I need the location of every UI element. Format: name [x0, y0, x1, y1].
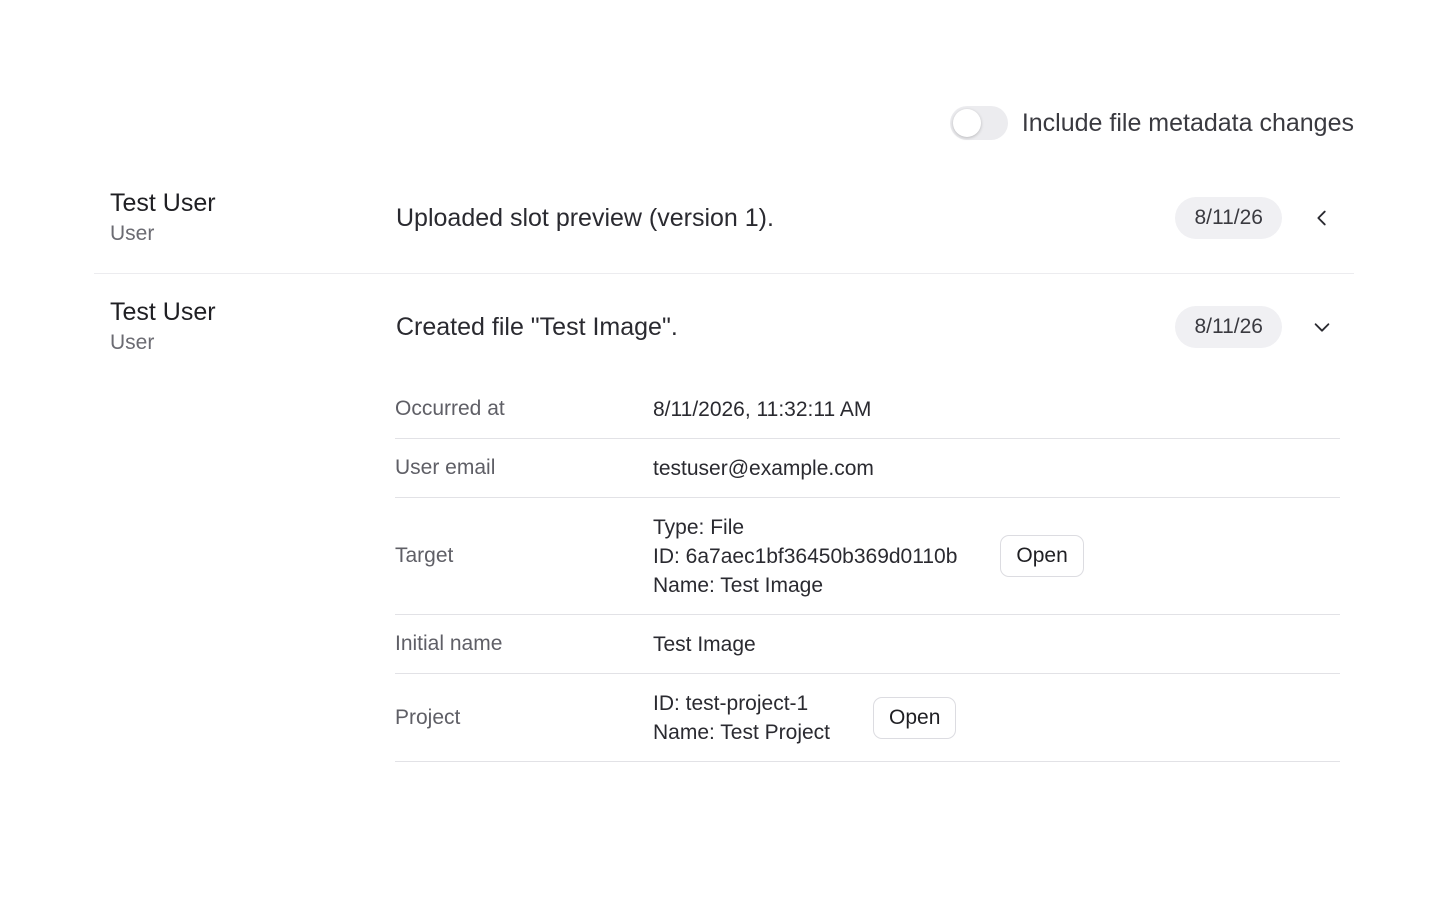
actor: Test User User — [110, 187, 216, 249]
activity-header[interactable]: Test User User Uploaded slot preview (ve… — [94, 165, 1354, 273]
detail-row-project: Project ID: test-project-1 Name: Test Pr… — [395, 674, 1340, 762]
activity-description: Uploaded slot preview (version 1). — [396, 204, 774, 232]
actor-name: Test User — [110, 298, 216, 326]
initial-name-value: Test Image — [653, 632, 756, 656]
chevron-down-icon[interactable] — [1308, 313, 1336, 341]
detail-label: User email — [395, 456, 496, 479]
actor-name: Test User — [110, 189, 216, 217]
target-type: Type: File — [653, 515, 745, 539]
activity-item: Test User User Created file "Test Image"… — [94, 274, 1354, 762]
open-project-button[interactable]: Open — [873, 696, 957, 739]
detail-row-initial-name: Initial name Test Image — [395, 615, 1340, 674]
occurred-at-value: 8/11/2026, 11:32:11 AM — [653, 397, 872, 421]
toggle-knob — [952, 109, 981, 137]
metadata-toggle[interactable] — [949, 106, 1008, 140]
detail-row-user-email: User email testuser@example.com — [395, 439, 1340, 498]
detail-label: Target — [395, 544, 454, 567]
user-email-value: testuser@example.com — [653, 456, 874, 480]
date-badge: 8/11/26 — [1175, 197, 1282, 239]
project-value-group: ID: test-project-1 Name: Test Project Op… — [653, 681, 957, 755]
detail-row-occurred-at: Occurred at 8/11/2026, 11:32:11 AM — [395, 380, 1340, 439]
activity-details: Occurred at 8/11/2026, 11:32:11 AM User … — [395, 380, 1340, 762]
target-id: ID: 6a7aec1bf36450b369d0110b — [653, 544, 958, 568]
target-value-group: Type: File ID: 6a7aec1bf36450b369d0110b … — [653, 505, 1084, 608]
activity-item: Test User User Uploaded slot preview (ve… — [94, 165, 1354, 274]
project-value: ID: test-project-1 Name: Test Project — [653, 681, 830, 755]
project-name: Name: Test Project — [653, 720, 831, 744]
activity-header[interactable]: Test User User Created file "Test Image"… — [94, 274, 1354, 382]
date-badge: 8/11/26 — [1175, 306, 1282, 348]
open-target-button[interactable]: Open — [1000, 535, 1084, 577]
metadata-filter: Include file metadata changes — [949, 106, 1354, 140]
detail-label: Initial name — [395, 632, 503, 655]
project-id: ID: test-project-1 — [653, 691, 809, 715]
target-name: Name: Test Image — [653, 573, 824, 597]
activity-page: Include file metadata changes Test User … — [0, 0, 1440, 900]
detail-label: Project — [395, 705, 461, 729]
detail-label: Occurred at — [395, 397, 505, 420]
metadata-toggle-label: Include file metadata changes — [1021, 108, 1354, 137]
activity-description: Created file "Test Image". — [396, 313, 678, 341]
actor-role: User — [110, 331, 155, 354]
detail-row-target: Target Type: File ID: 6a7aec1bf36450b369… — [395, 498, 1340, 615]
actor: Test User User — [110, 296, 216, 358]
actor-role: User — [110, 222, 155, 245]
target-value: Type: File ID: 6a7aec1bf36450b369d0110b … — [653, 505, 957, 608]
activity-list: Test User User Uploaded slot preview (ve… — [94, 165, 1354, 762]
chevron-left-icon[interactable] — [1308, 204, 1336, 232]
